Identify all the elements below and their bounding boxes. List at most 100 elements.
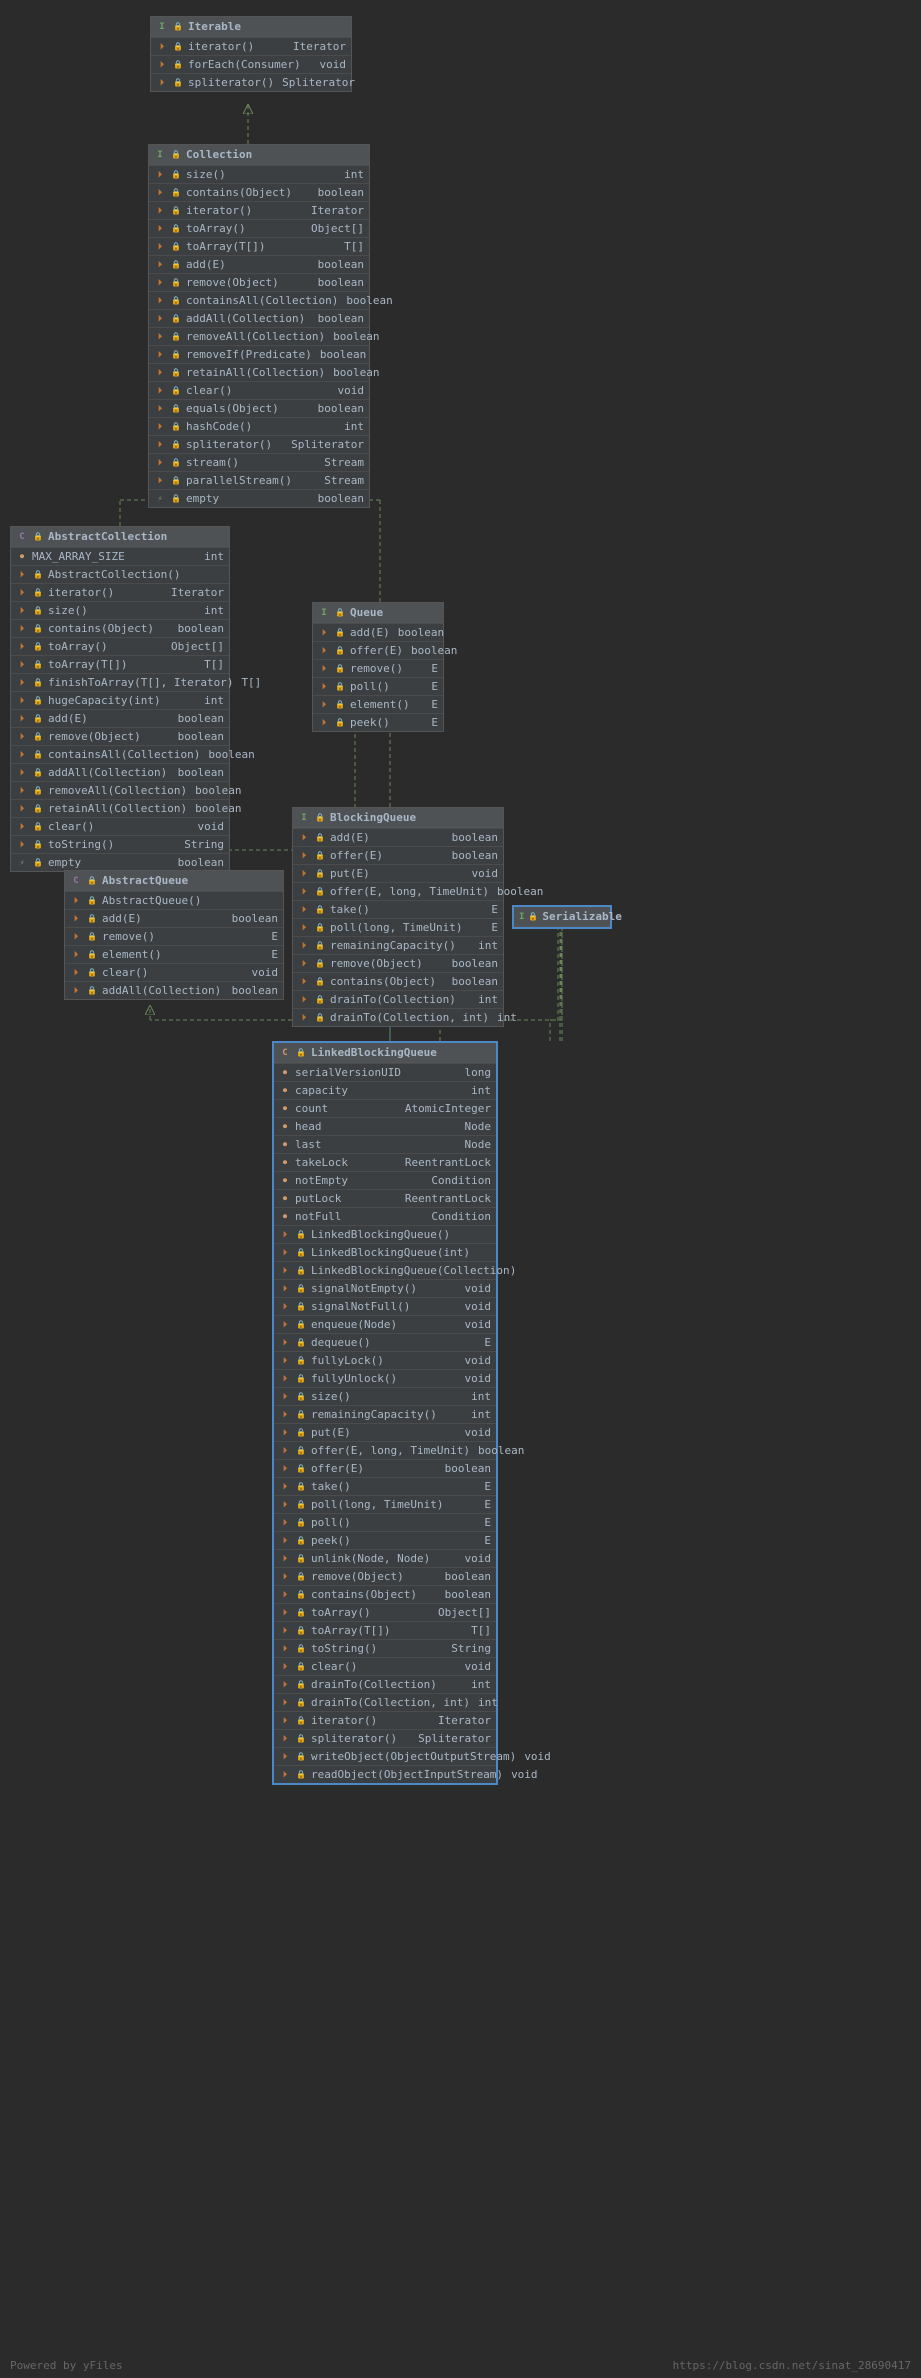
- method-row: element()E: [65, 945, 283, 963]
- class-box-iterable[interactable]: Iterableiterator()IteratorforEach(Consum…: [150, 16, 352, 92]
- method-row: offer(E, long, TimeUnit)boolean: [293, 882, 503, 900]
- class-header: AbstractQueue: [65, 871, 283, 891]
- member-name: writeObject(ObjectOutputStream): [311, 1750, 516, 1763]
- class-title: AbstractCollection: [48, 530, 167, 543]
- member-type: boolean: [346, 294, 392, 307]
- field-row: notEmptyCondition: [274, 1171, 496, 1189]
- method-icon: [70, 931, 82, 943]
- field-icon: [279, 1175, 291, 1187]
- member-type: E: [491, 903, 498, 916]
- member-name: remove(): [350, 662, 403, 675]
- ctor-row: AbstractQueue(): [65, 891, 283, 909]
- class-header: BlockingQueue: [293, 808, 503, 828]
- method-row: signalNotFull()void: [274, 1297, 496, 1315]
- member-name: add(E): [330, 831, 370, 844]
- member-name: poll(long, TimeUnit): [311, 1498, 443, 1511]
- field-icon: [279, 1085, 291, 1097]
- class-box-blockingqueue[interactable]: BlockingQueueadd(E)booleanoffer(E)boolea…: [292, 807, 504, 1027]
- member-name: count: [295, 1102, 328, 1115]
- lock-icon: [170, 313, 182, 325]
- method-icon: [279, 1625, 291, 1637]
- member-type: int: [204, 604, 224, 617]
- member-type: boolean: [452, 849, 498, 862]
- member-type: Node: [465, 1138, 492, 1151]
- member-name: containsAll(Collection): [186, 294, 338, 307]
- member-name: remainingCapacity(): [311, 1408, 437, 1421]
- member-type: boolean: [232, 984, 278, 997]
- lock-icon: [170, 403, 182, 415]
- lock-icon: [172, 77, 184, 89]
- lock-icon: [170, 475, 182, 487]
- lock-icon: [295, 1301, 307, 1313]
- method-icon: [318, 645, 330, 657]
- method-icon: [16, 695, 28, 707]
- lock-icon: [334, 645, 346, 657]
- class-box-linkedblockingqueue[interactable]: LinkedBlockingQueueserialVersionUIDlongc…: [272, 1041, 498, 1785]
- method-row: contains(Object)boolean: [274, 1585, 496, 1603]
- method-row: add(E)boolean: [293, 828, 503, 846]
- member-name: LinkedBlockingQueue(): [311, 1228, 450, 1241]
- class-title: Collection: [186, 148, 252, 161]
- member-type: E: [484, 1534, 491, 1547]
- method-row: peek()E: [274, 1531, 496, 1549]
- member-type: String: [451, 1642, 491, 1655]
- lock-icon: [295, 1373, 307, 1385]
- member-type: boolean: [320, 348, 366, 361]
- method-icon: [279, 1409, 291, 1421]
- lock-icon: [295, 1571, 307, 1583]
- member-type: int: [478, 939, 498, 952]
- member-type: boolean: [411, 644, 457, 657]
- method-row: addAll(Collection)boolean: [11, 763, 229, 781]
- lock-icon: [314, 886, 326, 898]
- field-row: capacityint: [274, 1081, 496, 1099]
- method-row: hugeCapacity(int)int: [11, 691, 229, 709]
- lock-icon: [314, 904, 326, 916]
- method-icon: [298, 868, 310, 880]
- method-icon: [154, 277, 166, 289]
- method-icon: [318, 717, 330, 729]
- method-icon: [298, 940, 310, 952]
- member-name: iterator(): [311, 1714, 377, 1727]
- class-box-serializable[interactable]: Serializable: [512, 905, 612, 929]
- method-row: size()int: [11, 601, 229, 619]
- method-icon: [279, 1607, 291, 1619]
- lock-icon: [334, 717, 346, 729]
- class-box-queue[interactable]: Queueadd(E)booleanoffer(E)booleanremove(…: [312, 602, 444, 732]
- lock-icon: [295, 1535, 307, 1547]
- member-name: iterator(): [186, 204, 252, 217]
- member-name: toString(): [48, 838, 114, 851]
- lock-icon: [32, 531, 44, 543]
- class-header: Queue: [313, 603, 443, 623]
- class-title: BlockingQueue: [330, 811, 416, 824]
- lock-icon: [314, 922, 326, 934]
- member-name: offer(E): [311, 1462, 364, 1475]
- method-icon: [279, 1337, 291, 1349]
- member-name: empty: [186, 492, 219, 505]
- lock-icon: [86, 895, 98, 907]
- member-name: fullyLock(): [311, 1354, 384, 1367]
- member-type: void: [198, 820, 225, 833]
- method-row: offer(E)boolean: [274, 1459, 496, 1477]
- method-row: hashCode()int: [149, 417, 369, 435]
- method-icon: [16, 641, 28, 653]
- member-type: int: [344, 420, 364, 433]
- method-icon: [279, 1445, 291, 1457]
- method-row: poll()E: [313, 677, 443, 695]
- lock-icon: [295, 1445, 307, 1457]
- method-row: spliterator()Spliterator: [149, 435, 369, 453]
- class-box-abstractcollection[interactable]: AbstractCollectionMAX_ARRAY_SIZEintAbstr…: [10, 526, 230, 872]
- class-box-abstractqueue[interactable]: AbstractQueueAbstractQueue()add(E)boolea…: [64, 870, 284, 1000]
- method-icon: [318, 627, 330, 639]
- method-icon: [16, 803, 28, 815]
- method-icon: [154, 349, 166, 361]
- member-type: boolean: [318, 258, 364, 271]
- member-name: contains(Object): [311, 1588, 417, 1601]
- class-box-collection[interactable]: Collectionsize()intcontains(Object)boole…: [148, 144, 370, 508]
- lock-icon: [32, 587, 44, 599]
- member-type: boolean: [178, 712, 224, 725]
- member-name: contains(Object): [48, 622, 154, 635]
- method-row: containsAll(Collection)boolean: [11, 745, 229, 763]
- type-icon: [154, 149, 166, 161]
- member-type: int: [344, 168, 364, 181]
- member-type: int: [471, 1390, 491, 1403]
